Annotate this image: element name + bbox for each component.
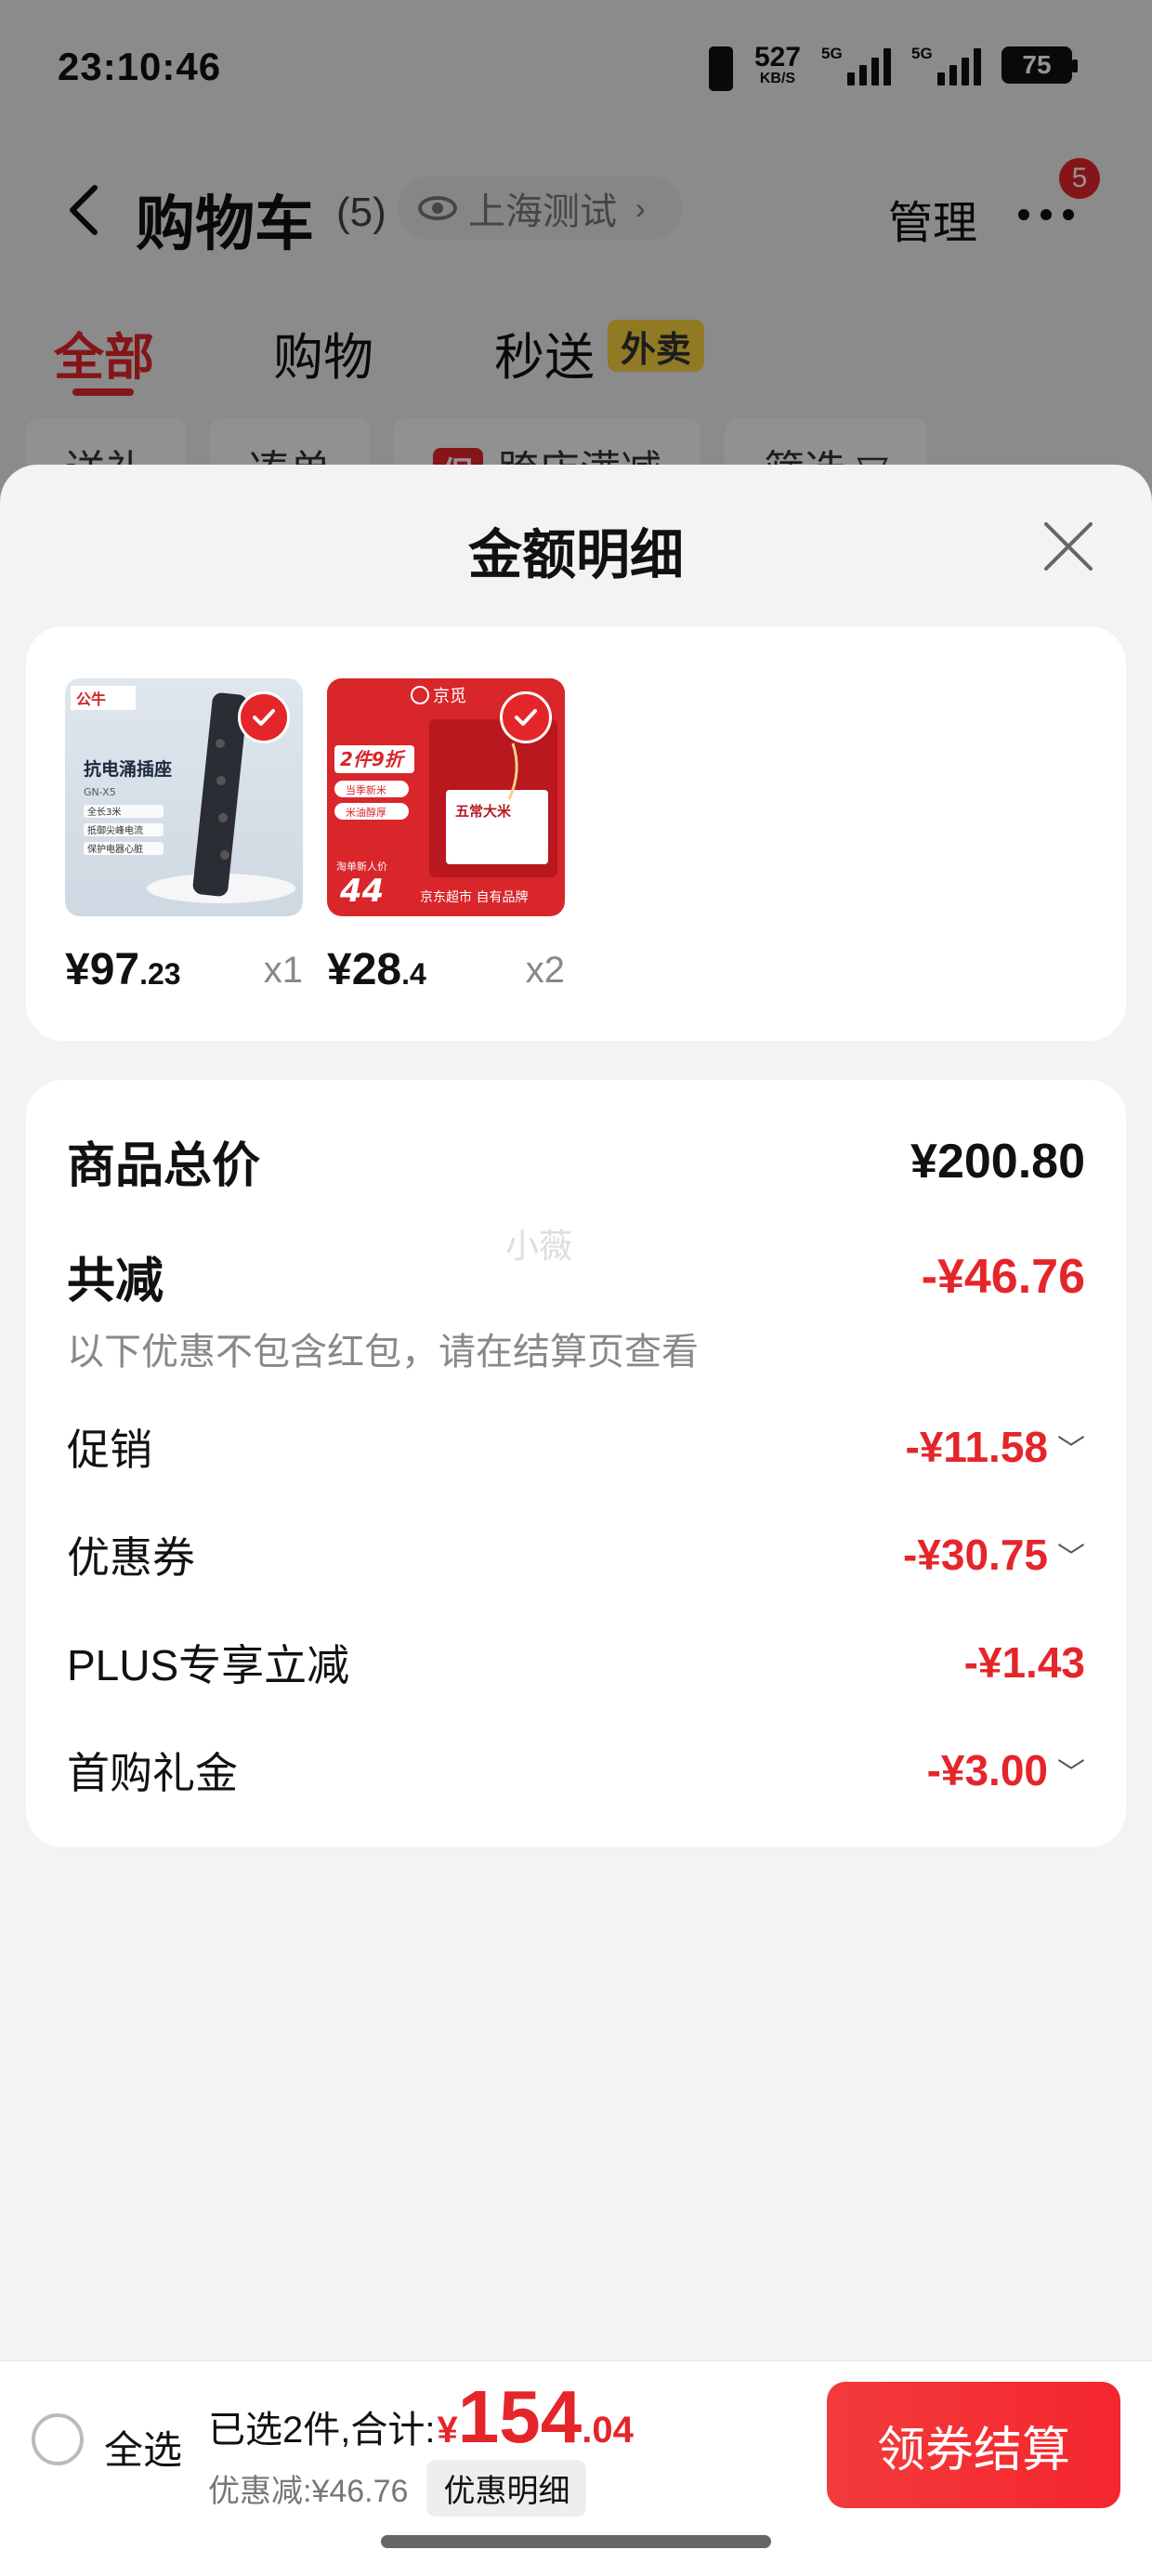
discount-item-first-purchase[interactable]: 首购礼金 -¥3.00 ﹀ bbox=[67, 1740, 1085, 1801]
total-price-value: ¥200.80 bbox=[910, 1134, 1085, 1189]
selected-count-text: 已选2件,合计: bbox=[208, 2410, 436, 2451]
rice-product-name: 五常大米 bbox=[455, 803, 512, 820]
product-price: ¥28.4 bbox=[327, 944, 426, 995]
total-amount-int: 154 bbox=[457, 2375, 583, 2458]
product-quantity: x2 bbox=[525, 950, 565, 991]
selected-products-card: 公牛 抗电涌插座 GN-X5 全长3米 抵御尖峰电流 保护电器心脏 ¥97.23… bbox=[26, 626, 1126, 1041]
brand-logo-text: 京觅 bbox=[433, 687, 466, 706]
product-price-dec: .23 bbox=[139, 957, 181, 991]
total-discount-value: -¥46.76 bbox=[921, 1249, 1085, 1304]
discount-note: 以下优惠不包含红包，请在结算页查看 bbox=[67, 1332, 699, 1373]
rice-footer: 京东超市 自有品牌 bbox=[420, 889, 528, 905]
rice-new-user-label: 淘单新人价 bbox=[336, 860, 387, 873]
product-image-feature: 全长3米 bbox=[87, 806, 121, 818]
product-quantity: x1 bbox=[263, 950, 303, 991]
home-indicator[interactable] bbox=[381, 2535, 771, 2548]
discount-item-label: 促销 bbox=[67, 1426, 152, 1474]
product-price: ¥97.23 bbox=[65, 944, 181, 995]
total-amount-dec: .04 bbox=[582, 2410, 634, 2451]
product-price-int: ¥97 bbox=[65, 945, 140, 994]
discount-item-value: -¥30.75 bbox=[902, 1531, 1048, 1579]
cart-page-background: 23:10:46 527 KB/S 5G 5G 75 购物车 (5) 上海测试 … bbox=[0, 0, 1152, 520]
discount-item-value: -¥11.58 bbox=[905, 1423, 1048, 1471]
discount-item-label: 首购礼金 bbox=[67, 1749, 238, 1797]
checkout-button[interactable]: 领券结算 bbox=[827, 2382, 1120, 2508]
chevron-down-icon: ﹀ bbox=[1057, 1758, 1085, 1789]
discount-item-promotion[interactable]: 促销 -¥11.58 ﹀ bbox=[67, 1416, 1085, 1478]
overlay-scrim[interactable] bbox=[0, 0, 1152, 520]
discount-item-plus: PLUS专享立减 -¥1.43 bbox=[67, 1632, 1085, 1693]
discount-item-label: 优惠券 bbox=[67, 1533, 195, 1582]
product-item[interactable]: 京觅 五常大米 2件9折 当季新米 米油醇厚 淘单新人价 44 京东超市 自有品… bbox=[327, 678, 565, 994]
product-item[interactable]: 公牛 抗电涌插座 GN-X5 全长3米 抵御尖峰电流 保护电器心脏 ¥97.23… bbox=[65, 678, 303, 994]
order-summary: 已选2件,合计: ¥ 154 .04 优惠减:¥46.76 优惠明细 bbox=[208, 2380, 634, 2517]
discount-item-value: -¥1.43 bbox=[963, 1638, 1085, 1687]
product-image-feature: 抵御尖峰电流 bbox=[87, 824, 143, 836]
select-all-label[interactable]: 全选 bbox=[104, 2419, 182, 2476]
total-price-label: 商品总价 bbox=[67, 1139, 261, 1193]
discount-detail-button[interactable]: 优惠明细 bbox=[426, 2460, 587, 2517]
rice-tag: 当季新米 bbox=[346, 783, 386, 796]
home-indicator-area bbox=[0, 2518, 1152, 2576]
total-discount-label: 共减 bbox=[67, 1255, 164, 1308]
chevron-down-icon: ﹀ bbox=[1057, 1435, 1085, 1465]
product-price-dec: .4 bbox=[401, 957, 426, 991]
sheet-title: 金额明细 bbox=[467, 525, 684, 585]
discount-item-label: PLUS专享立减 bbox=[67, 1641, 350, 1689]
select-all-radio[interactable] bbox=[32, 2413, 84, 2465]
checked-icon[interactable] bbox=[500, 691, 552, 743]
close-icon[interactable] bbox=[1041, 519, 1096, 574]
total-discount-row: 共减 -¥46.76 bbox=[67, 1242, 1085, 1311]
discount-item-coupon[interactable]: 优惠券 -¥30.75 ﹀ bbox=[67, 1524, 1085, 1585]
total-price-row: 商品总价 ¥200.80 bbox=[67, 1126, 1085, 1196]
amount-detail-sheet: 金额明细 公牛 抗电涌插座 GN-X5 全长3米 抵御尖峰电流 保护电器心脏 ¥… bbox=[0, 465, 1152, 2576]
product-image-model: GN-X5 bbox=[84, 786, 116, 798]
price-breakdown-card: 商品总价 ¥200.80 小薇 共减 -¥46.76 以下优惠不包含红包，请在结… bbox=[26, 1080, 1126, 1847]
product-image-feature: 保护电器心脏 bbox=[87, 843, 143, 855]
checked-icon[interactable] bbox=[238, 691, 290, 743]
rice-price: 44 bbox=[339, 873, 384, 910]
currency-symbol: ¥ bbox=[437, 2410, 458, 2451]
discount-item-value: -¥3.00 bbox=[926, 1746, 1048, 1794]
saved-amount-text: 优惠减:¥46.76 bbox=[208, 2474, 409, 2509]
checkout-bar: 全选 已选2件,合计: ¥ 154 .04 优惠减:¥46.76 优惠明细 领券… bbox=[0, 2360, 1152, 2518]
brand-logo-text: 公牛 bbox=[76, 690, 106, 708]
product-image: 京觅 五常大米 2件9折 当季新米 米油醇厚 淘单新人价 44 京东超市 自有品… bbox=[327, 678, 565, 916]
product-image: 公牛 抗电涌插座 GN-X5 全长3米 抵御尖峰电流 保护电器心脏 bbox=[65, 678, 303, 916]
rice-tag: 米油醇厚 bbox=[346, 806, 386, 819]
product-image-title: 抗电涌插座 bbox=[84, 758, 172, 780]
rice-promo-badge: 2件9折 bbox=[340, 748, 406, 770]
chevron-down-icon: ﹀ bbox=[1057, 1543, 1085, 1573]
product-price-int: ¥28 bbox=[327, 945, 402, 994]
